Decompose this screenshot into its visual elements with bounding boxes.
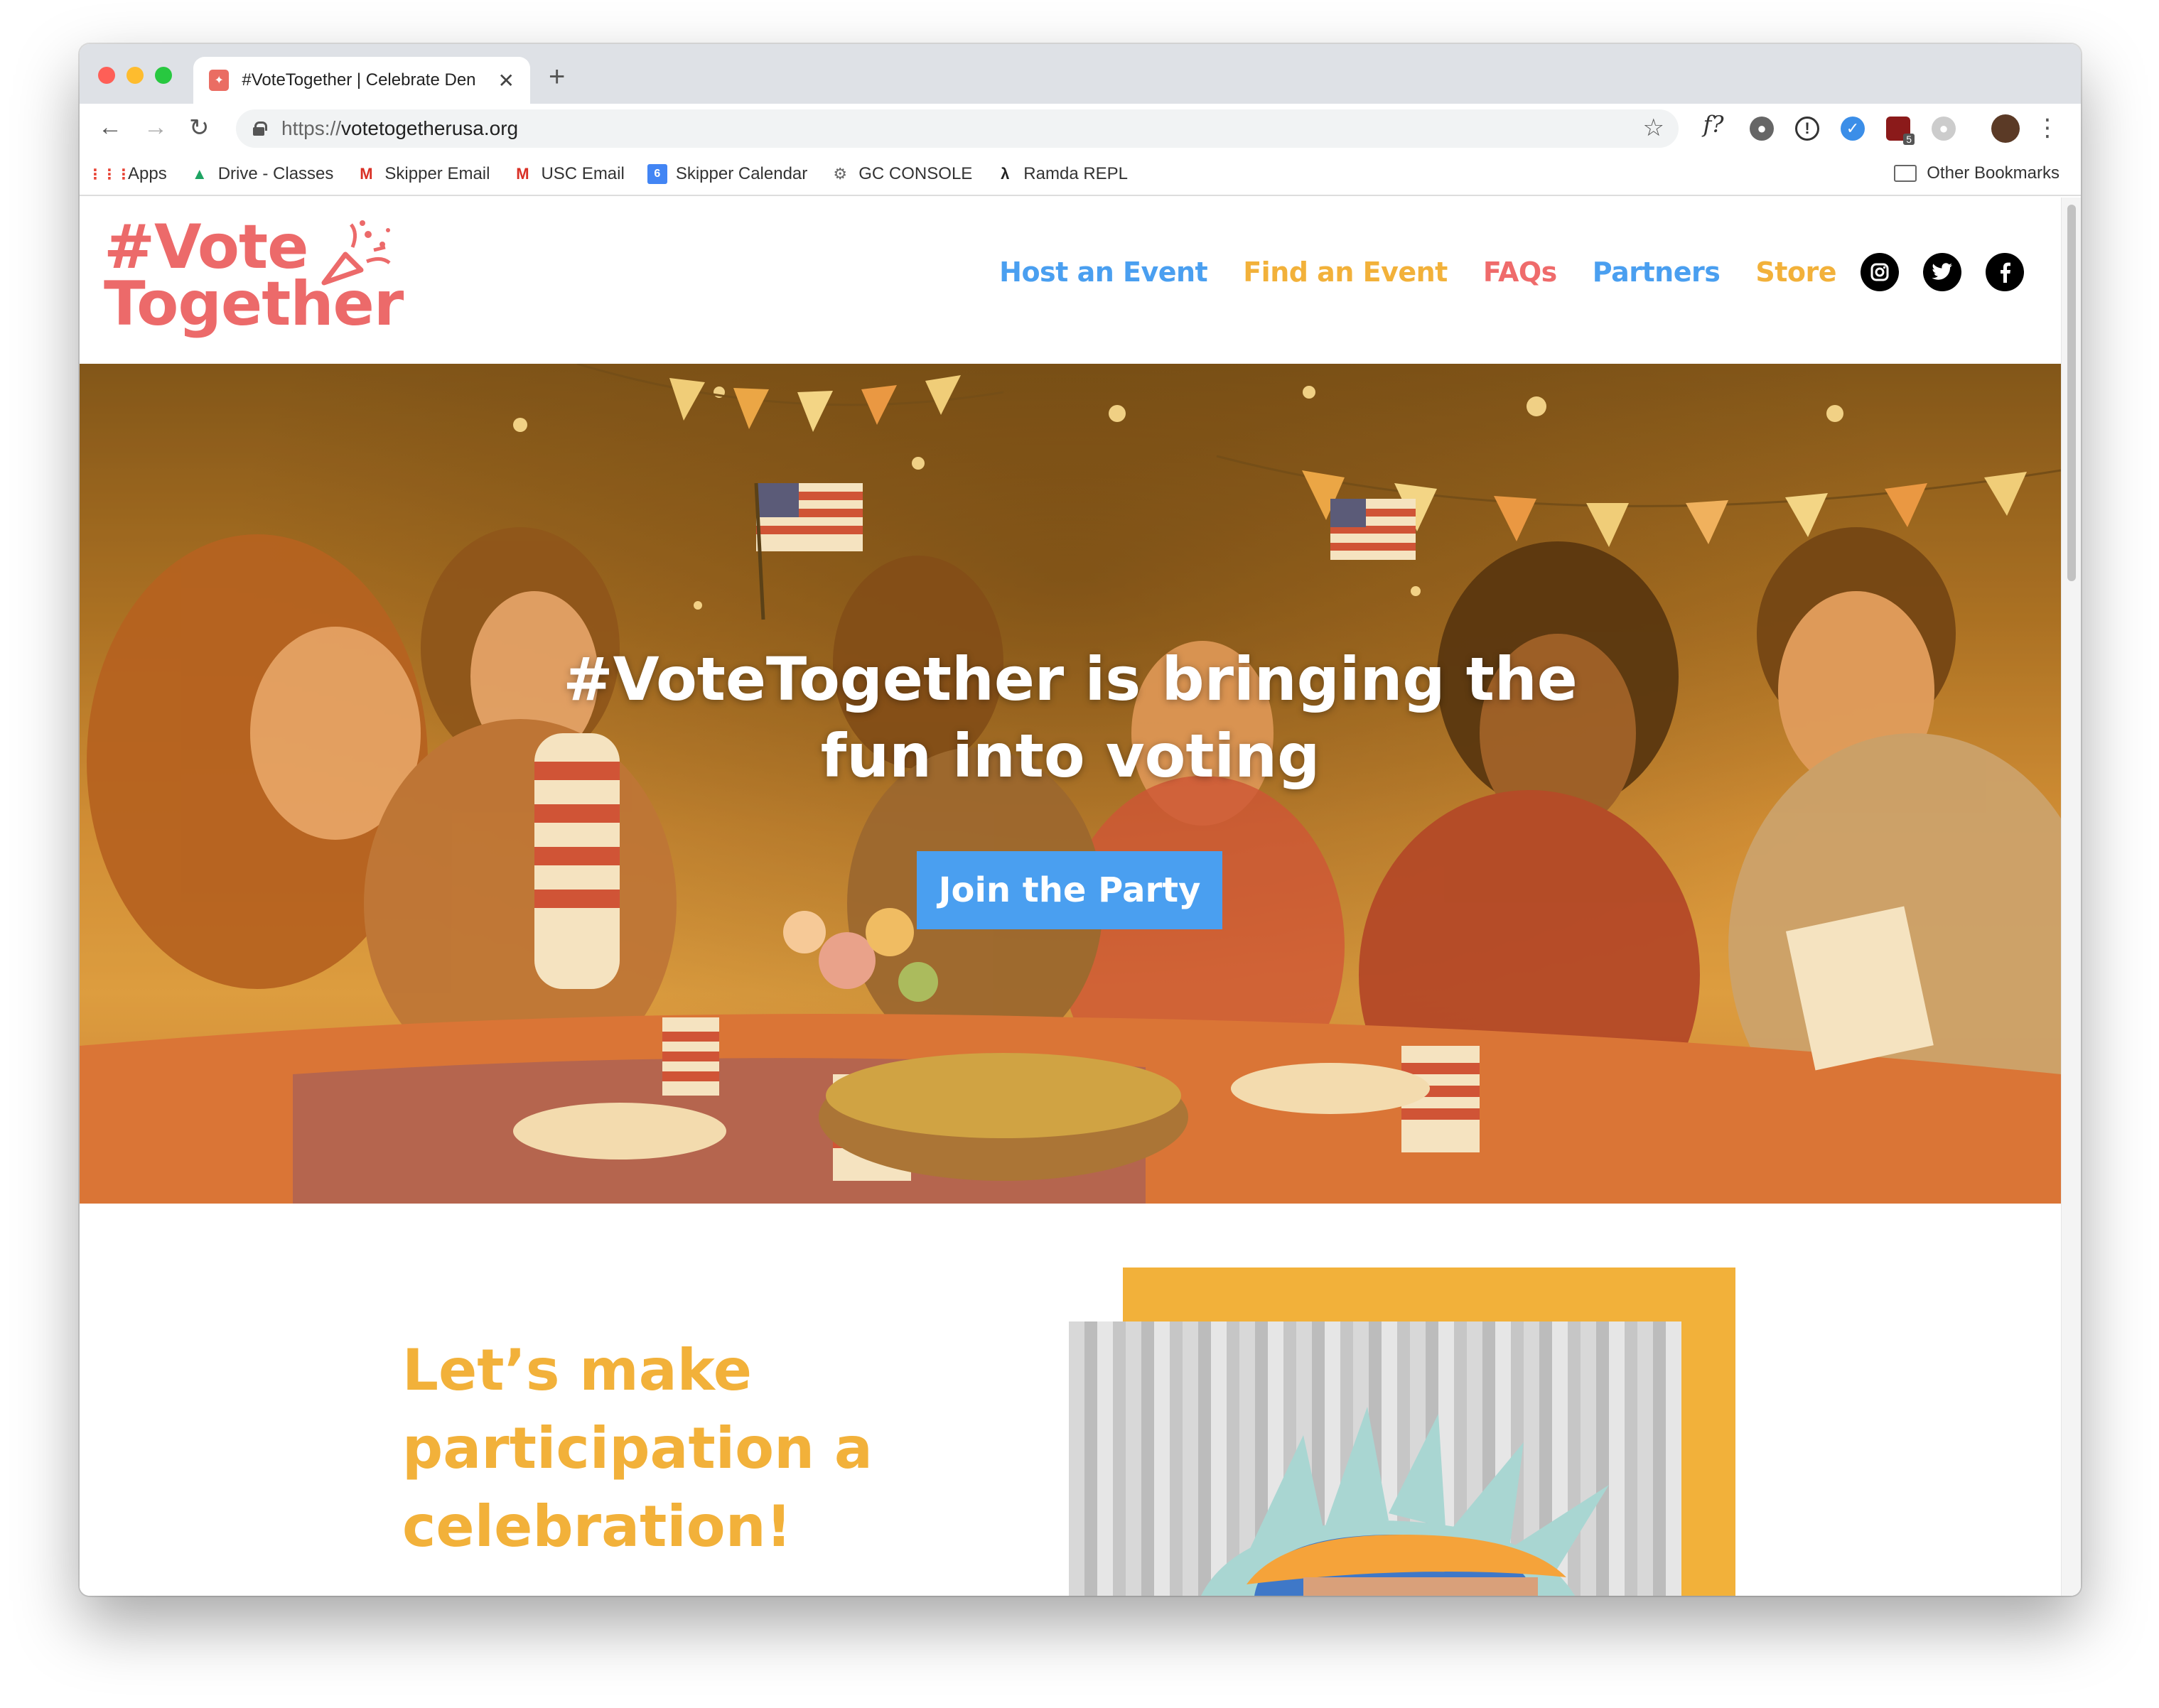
bookmark-label: USC Email: [541, 164, 625, 183]
nav-host-an-event[interactable]: Host an Event: [999, 256, 1208, 288]
bookmark-label: Apps: [128, 164, 167, 183]
section-heading: Let’s make participation a celebration!: [402, 1331, 873, 1566]
extension-light-icon[interactable]: ●: [1932, 117, 1956, 141]
votetogether-favicon-icon: ✦: [209, 70, 230, 91]
twitter-icon[interactable]: [1923, 253, 1961, 291]
bookmark-usc-email[interactable]: M USC Email: [512, 164, 625, 184]
bookmark-skipper-calendar[interactable]: 6 Skipper Calendar: [647, 164, 807, 184]
minimize-window-button[interactable]: [126, 67, 144, 84]
back-arrow-icon[interactable]: ←: [98, 114, 122, 141]
bookmarks-bar: ⋮⋮⋮ Apps ▲ Drive - Classes M Skipper Ema…: [80, 153, 2081, 196]
profile-avatar[interactable]: [1991, 114, 2020, 143]
section-heading-line3: celebration!: [402, 1493, 792, 1560]
folder-icon: [1894, 165, 1917, 182]
bookmark-label: GC CONSOLE: [858, 164, 973, 183]
bookmark-ramda-repl[interactable]: λ Ramda REPL: [995, 164, 1128, 184]
instagram-icon[interactable]: [1861, 253, 1899, 291]
site-header: #Vote Together Host an Event Find an Eve…: [80, 198, 2061, 364]
hero-title-line2: fun into voting: [820, 721, 1320, 791]
other-bookmarks[interactable]: Other Bookmarks: [1894, 163, 2060, 183]
bookmark-apps[interactable]: ⋮⋮⋮ Apps: [88, 164, 167, 184]
shield-extension-icon[interactable]: 5: [1886, 117, 1915, 145]
calendar-icon: 6: [647, 164, 667, 184]
main-nav: Host an Event Find an Event FAQs Partner…: [964, 253, 2024, 291]
lock-icon: [253, 121, 267, 136]
new-tab-button[interactable]: +: [549, 61, 565, 93]
facebook-icon[interactable]: [1986, 253, 2024, 291]
bookmark-skipper-email[interactable]: M Skipper Email: [356, 164, 490, 184]
extension-blue-icon[interactable]: ✓: [1841, 117, 1865, 141]
section-heading-line1: Let’s make: [402, 1337, 752, 1403]
join-the-party-button[interactable]: Join the Party: [917, 851, 1222, 929]
intro-section: Let’s make participation a celebration!: [80, 1204, 2061, 1596]
google-drive-icon: ▲: [191, 165, 208, 183]
tab-strip: ✦ #VoteTogether | Celebrate Den ✕ +: [80, 44, 2081, 104]
info-icon[interactable]: !: [1795, 117, 1819, 141]
gmail-icon: M: [360, 165, 373, 183]
browser-window: ✦ #VoteTogether | Celebrate Den ✕ + ← → …: [80, 44, 2081, 1596]
hero-banner: #VoteTogether is bringing the fun into v…: [80, 364, 2061, 1204]
nav-store[interactable]: Store: [1755, 256, 1836, 288]
browser-toolbar: ← → ↻ https:// votetogetherusa.org ☆ f? …: [80, 104, 2081, 153]
bookmark-label: Skipper Calendar: [675, 164, 808, 183]
page-viewport: #Vote Together Host an Event Find an Eve…: [80, 198, 2081, 1596]
close-window-button[interactable]: [98, 67, 115, 84]
scrollbar-thumb[interactable]: [2067, 205, 2076, 581]
bookmark-drive-classes[interactable]: ▲ Drive - Classes: [190, 164, 334, 184]
gmail-icon: M: [516, 165, 529, 183]
page-scrollbar[interactable]: [2061, 198, 2081, 1596]
gear-icon: ⚙: [833, 165, 848, 183]
bookmark-label: Ramda REPL: [1023, 164, 1129, 183]
hero-title: #VoteTogether is bringing the fun into v…: [80, 641, 2061, 794]
browser-menu-icon[interactable]: ⋮: [2035, 114, 2060, 142]
tab-title: #VoteTogether | Celebrate Den: [242, 70, 476, 90]
bookmark-gc-console[interactable]: ⚙ GC CONSOLE: [830, 164, 972, 184]
hero-title-line1: #VoteTogether is bringing the: [563, 644, 1578, 714]
nav-faqs[interactable]: FAQs: [1483, 256, 1557, 288]
nav-find-an-event[interactable]: Find an Event: [1243, 256, 1448, 288]
bookmark-label: Drive - Classes: [217, 164, 334, 183]
statue-of-liberty-photo: [1069, 1321, 1681, 1596]
function-icon[interactable]: f?: [1701, 111, 1725, 138]
maximize-window-button[interactable]: [155, 67, 172, 84]
party-popper-icon: [321, 220, 391, 286]
votetogether-logo[interactable]: #Vote Together: [104, 217, 404, 347]
lambda-icon: λ: [1001, 165, 1010, 183]
tab-votetogether[interactable]: ✦ #VoteTogether | Celebrate Den ✕: [193, 57, 530, 104]
apps-grid-icon: ⋮⋮⋮: [88, 166, 131, 183]
extension-gray-icon[interactable]: ●: [1750, 117, 1774, 141]
bookmark-star-icon[interactable]: ☆: [1643, 114, 1664, 142]
other-bookmarks-label: Other Bookmarks: [1927, 163, 2060, 183]
section-heading-line2: participation a: [402, 1415, 873, 1481]
nav-partners[interactable]: Partners: [1593, 256, 1721, 288]
tab-close-icon[interactable]: ✕: [498, 69, 515, 92]
url-host: votetogetherusa.org: [341, 117, 519, 139]
forward-arrow-icon[interactable]: →: [144, 114, 168, 141]
bookmark-label: Skipper Email: [384, 164, 490, 183]
url-scheme: https://: [281, 117, 342, 139]
address-bar[interactable]: https:// votetogetherusa.org ☆: [236, 109, 1679, 148]
reload-icon[interactable]: ↻: [189, 114, 210, 142]
